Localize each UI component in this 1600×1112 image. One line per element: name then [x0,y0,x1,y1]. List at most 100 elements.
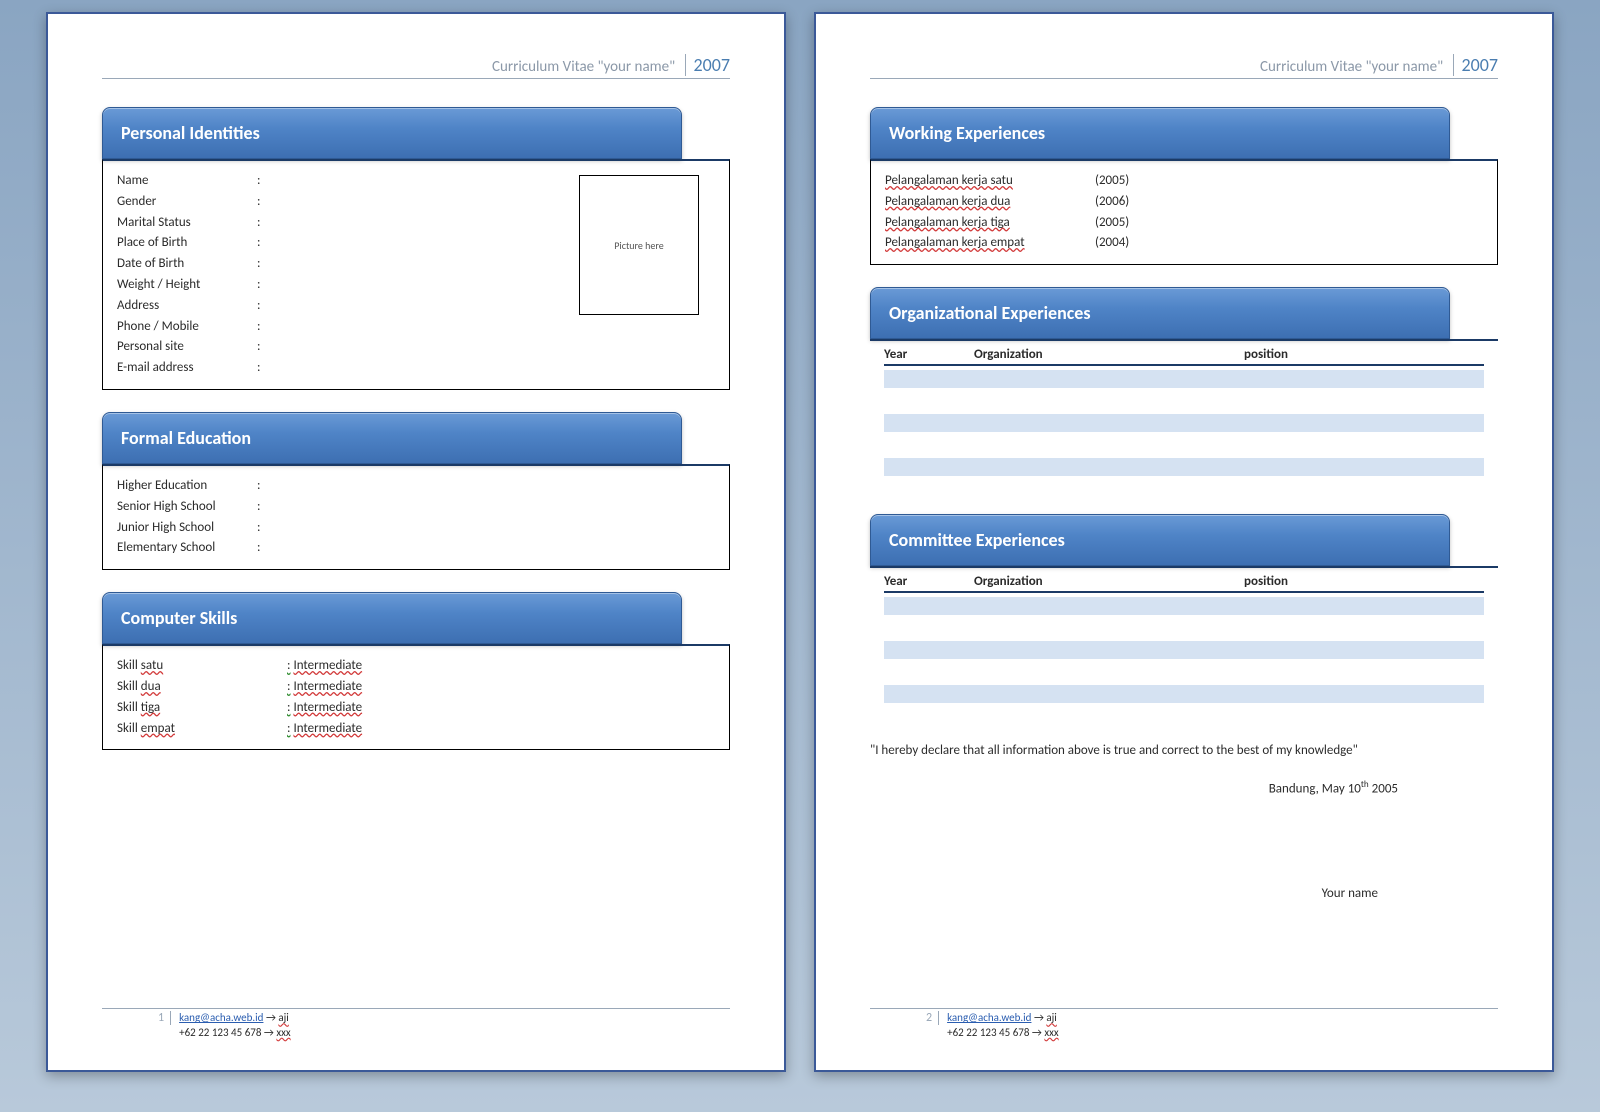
col-org: Organization [974,347,1244,362]
page-1: Curriculum Vitae "your name" 2007 Person… [46,12,786,1072]
signature-name: Your name [870,886,1498,901]
work-name: Pelangalaman kerja satu [885,171,1095,192]
col-org: Organization [974,574,1244,589]
field-row: E-mail address: [117,358,715,379]
header-year: 2007 [1453,54,1499,76]
col-year: Year [884,574,974,589]
skill-row: Skill tiga : Intermediate [117,698,715,719]
colon: : [257,337,273,358]
section-head-committee: Committee Experiences [870,514,1450,566]
table-header: Year Organization position [884,574,1484,593]
skill-name: Skill tiga [117,698,287,719]
table-row [884,370,1484,388]
colon: : [257,171,273,192]
picture-label: Picture here [614,239,663,252]
footer-email-link[interactable]: kang@acha.web.id [179,1011,263,1024]
work-year: (2005) [1095,171,1129,192]
section-head-skills: Computer Skills [102,592,682,644]
footer-email-link[interactable]: kang@acha.web.id [947,1011,1031,1024]
work-row: Pelangalaman kerja satu (2005) [885,171,1483,192]
field-label: Junior High School [117,518,257,539]
table-header: Year Organization position [884,347,1484,366]
field-label: Personal site [117,337,257,358]
page-footer: 2 kang@acha.web.id → aji +62 22 123 45 6… [870,1008,1498,1040]
page-header: Curriculum Vitae "your name" 2007 [870,54,1498,79]
field-row: Junior High School: [117,518,715,539]
section-body-work: Pelangalaman kerja satu (2005) Pelangala… [870,159,1498,265]
work-name: Pelangalaman kerja empat [885,233,1095,254]
colon: : [257,233,273,254]
table-row [884,597,1484,615]
work-year: (2004) [1095,233,1129,254]
work-name: Pelangalaman kerja dua [885,192,1095,213]
footer-contact: kang@acha.web.id → aji +62 22 123 45 678… [171,1011,291,1040]
work-year: (2005) [1095,213,1129,234]
declaration-text: "I hereby declare that all information a… [870,741,1498,761]
skill-level: : Intermediate [287,677,362,698]
page-2: Curriculum Vitae "your name" 2007 Workin… [814,12,1554,1072]
field-label: E-mail address [117,358,257,379]
field-label: Senior High School [117,497,257,518]
section-body-org: Year Organization position [870,339,1498,492]
section-head-education: Formal Education [102,412,682,464]
table-row [884,392,1484,410]
colon: : [257,213,273,234]
header-title: Curriculum Vitae "your name" [1260,58,1443,76]
work-row: Pelangalaman kerja dua (2006) [885,192,1483,213]
colon: : [257,275,273,296]
page-number: 2 [920,1011,939,1025]
page-header: Curriculum Vitae "your name" 2007 [102,54,730,79]
colon: : [257,358,273,379]
skill-row: Skill satu : Intermediate [117,656,715,677]
header-title: Curriculum Vitae "your name" [492,58,675,76]
skill-level: : Intermediate [287,719,362,740]
table-row [884,641,1484,659]
section-body-skills: Skill satu : Intermediate Skill dua : In… [102,644,730,750]
section-head-personal: Personal Identities [102,107,682,159]
skill-name: Skill empat [117,719,287,740]
colon: : [257,518,273,539]
signature-date: Bandung, May 10th 2005 [870,779,1498,796]
work-year: (2006) [1095,192,1129,213]
document-workspace: Curriculum Vitae "your name" 2007 Person… [0,12,1600,1072]
section-body-personal: Picture here Name: Gender: Marital Statu… [102,159,730,390]
work-row: Pelangalaman kerja tiga (2005) [885,213,1483,234]
colon: : [257,296,273,317]
col-year: Year [884,347,974,362]
skill-row: Skill empat : Intermediate [117,719,715,740]
colon: : [257,476,273,497]
field-row: Elementary School: [117,538,715,559]
picture-placeholder[interactable]: Picture here [579,175,699,315]
section-head-org: Organizational Experiences [870,287,1450,339]
skill-name: Skill satu [117,656,287,677]
work-name: Pelangalaman kerja tiga [885,213,1095,234]
field-row: Personal site: [117,337,715,358]
table-row [884,619,1484,637]
section-head-work: Working Experiences [870,107,1450,159]
page-number: 1 [152,1011,171,1025]
colon: : [257,497,273,518]
table-row [884,414,1484,432]
skill-name: Skill dua [117,677,287,698]
field-label: Place of Birth [117,233,257,254]
field-label: Address [117,296,257,317]
table-row [884,458,1484,476]
skill-row: Skill dua : Intermediate [117,677,715,698]
header-year: 2007 [685,54,731,76]
field-label: Elementary School [117,538,257,559]
work-row: Pelangalaman kerja empat (2004) [885,233,1483,254]
table-row [884,685,1484,703]
colon: : [257,192,273,213]
field-label: Marital Status [117,213,257,234]
field-label: Higher Education [117,476,257,497]
page-footer: 1 kang@acha.web.id → aji +62 22 123 45 6… [102,1008,730,1040]
field-label: Phone / Mobile [117,317,257,338]
colon: : [257,538,273,559]
section-body-education: Higher Education: Senior High School: Ju… [102,464,730,570]
table-row [884,436,1484,454]
field-label: Gender [117,192,257,213]
section-body-committee: Year Organization position [870,566,1498,719]
field-label: Date of Birth [117,254,257,275]
colon: : [257,254,273,275]
colon: : [257,317,273,338]
